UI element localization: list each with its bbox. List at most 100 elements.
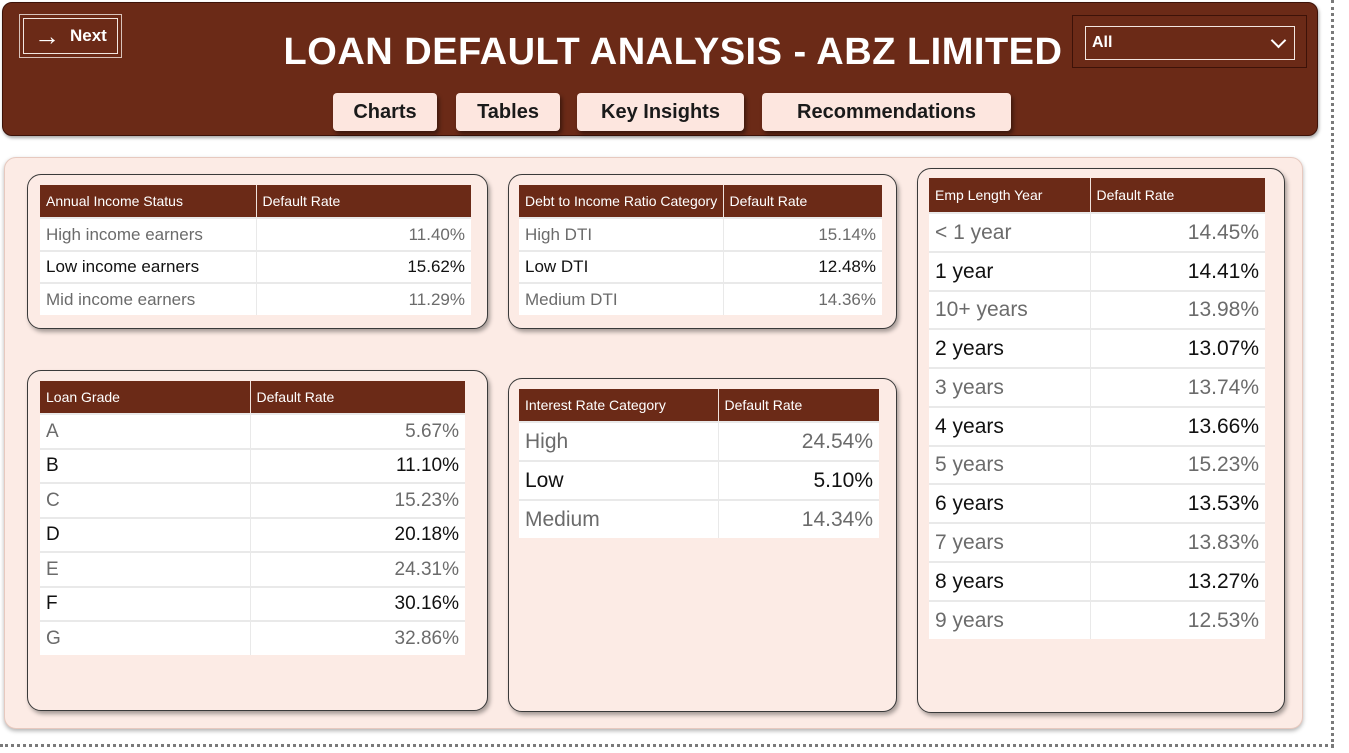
table-cell-value: 5.67% — [250, 413, 465, 449]
table-cell-label: 2 years — [929, 328, 1091, 368]
dti-col-category[interactable]: Debt to Income Ratio Category — [519, 185, 724, 218]
table-row: 8 years 13.27% — [929, 561, 1265, 601]
table-cell-value: 15.23% — [1090, 445, 1265, 484]
table-row: 7 years 13.83% — [929, 522, 1265, 562]
table-cell-value: 20.18% — [250, 517, 465, 552]
next-button-inner: → Next — [23, 18, 118, 54]
table-cell-label: < 1 year — [929, 212, 1091, 252]
table-cell-value: 15.62% — [256, 250, 471, 283]
table-cell-value: 24.31% — [250, 551, 465, 587]
table-cell-value: 11.40% — [256, 217, 471, 251]
table-cell-value: 13.98% — [1090, 290, 1265, 329]
table-cell-value: 14.36% — [723, 282, 882, 315]
table-row: High DTI 15.14% — [519, 217, 882, 251]
interest-table: Interest Rate Category Default Rate High… — [519, 389, 879, 538]
nav-tables-button[interactable]: Tables — [456, 93, 560, 131]
table-row: A 5.67% — [40, 413, 465, 449]
filter-value: All — [1092, 34, 1113, 51]
dti-col-rate[interactable]: Default Rate — [723, 185, 882, 218]
table-cell-label: 10+ years — [929, 290, 1091, 329]
table-row: < 1 year 14.45% — [929, 212, 1265, 252]
table-cell-value: 24.54% — [718, 421, 879, 461]
table-row: Low DTI 12.48% — [519, 250, 882, 283]
table-cell-label: 6 years — [929, 483, 1091, 523]
emp-col-length[interactable]: Emp Length Year — [929, 178, 1091, 213]
table-row: B 11.10% — [40, 448, 465, 483]
filter-dropdown[interactable]: All — [1085, 26, 1295, 60]
interest-col-rate[interactable]: Default Rate — [718, 389, 879, 422]
emp-col-rate[interactable]: Default Rate — [1090, 178, 1265, 213]
emp-table: Emp Length Year Default Rate < 1 year 14… — [929, 178, 1265, 639]
table-row: D 20.18% — [40, 517, 465, 552]
grade-col-rate[interactable]: Default Rate — [250, 381, 465, 414]
table-cell-value: 15.23% — [250, 482, 465, 518]
table-cell-value: 14.41% — [1090, 251, 1265, 291]
table-row: G 32.86% — [40, 620, 465, 655]
chevron-down-icon — [1270, 32, 1287, 48]
table-row: 5 years 15.23% — [929, 445, 1265, 484]
table-row: 4 years 13.66% — [929, 406, 1265, 446]
table-cell-value: 12.53% — [1090, 600, 1265, 639]
nav-charts-button[interactable]: Charts — [333, 93, 437, 131]
table-row: 10+ years 13.98% — [929, 290, 1265, 329]
arrow-right-icon: → — [34, 21, 60, 51]
table-cell-label: 3 years — [929, 367, 1091, 407]
table-row: E 24.31% — [40, 551, 465, 587]
table-cell-label: F — [40, 586, 251, 621]
table-cell-value: 13.07% — [1090, 328, 1265, 368]
table-row: 9 years 12.53% — [929, 600, 1265, 639]
table-row: 2 years 13.07% — [929, 328, 1265, 368]
table-row: 1 year 14.41% — [929, 251, 1265, 291]
table-cell-label: High DTI — [519, 217, 724, 251]
table-row: F 30.16% — [40, 586, 465, 621]
grade-table: Loan Grade Default Rate A 5.67% B 11.10%… — [40, 381, 465, 655]
header-banner: → Next LOAN DEFAULT ANALYSIS - ABZ LIMIT… — [2, 2, 1318, 136]
table-cell-value: 32.86% — [250, 620, 465, 655]
table-row: Mid income earners 11.29% — [40, 282, 471, 315]
table-row: 3 years 13.74% — [929, 367, 1265, 407]
table-cell-label: 1 year — [929, 251, 1091, 291]
table-row: 6 years 13.53% — [929, 483, 1265, 523]
table-cell-label: 5 years — [929, 445, 1091, 484]
table-row: Low 5.10% — [519, 460, 879, 500]
table-cell-label: D — [40, 517, 251, 552]
table-row: C 15.23% — [40, 482, 465, 518]
grade-col-grade[interactable]: Loan Grade — [40, 381, 251, 414]
next-label: Next — [70, 26, 107, 45]
table-cell-label: Low — [519, 460, 719, 500]
table-cell-value: 15.14% — [723, 217, 882, 251]
table-cell-value: 13.53% — [1090, 483, 1265, 523]
filter-slicer: All — [1072, 15, 1307, 68]
income-col-rate[interactable]: Default Rate — [256, 185, 471, 218]
table-cell-label: A — [40, 413, 251, 449]
table-cell-label: 7 years — [929, 522, 1091, 562]
table-row: High 24.54% — [519, 421, 879, 461]
table-cell-label: 8 years — [929, 561, 1091, 601]
table-cell-value: 11.29% — [256, 282, 471, 315]
interest-col-category[interactable]: Interest Rate Category — [519, 389, 719, 422]
table-cell-value: 14.34% — [718, 499, 879, 538]
nav-key-insights-button[interactable]: Key Insights — [577, 93, 744, 131]
table-cell-label: G — [40, 620, 251, 655]
table-cell-label: Low DTI — [519, 250, 724, 283]
table-cell-value: 5.10% — [718, 460, 879, 500]
table-cell-value: 13.83% — [1090, 522, 1265, 562]
income-table: Annual Income Status Default Rate High i… — [40, 185, 471, 315]
income-col-status[interactable]: Annual Income Status — [40, 185, 257, 218]
nav-recommendations-button[interactable]: Recommendations — [762, 93, 1011, 131]
table-row: Low income earners 15.62% — [40, 250, 471, 283]
table-cell-label: 4 years — [929, 406, 1091, 446]
table-cell-label: C — [40, 482, 251, 518]
table-cell-value: 30.16% — [250, 586, 465, 621]
table-cell-label: High income earners — [40, 217, 257, 251]
table-cell-label: High — [519, 421, 719, 461]
canvas-right-border — [1331, 0, 1334, 748]
table-row: High income earners 11.40% — [40, 217, 471, 251]
table-cell-label: E — [40, 551, 251, 587]
table-cell-value: 11.10% — [250, 448, 465, 483]
next-button[interactable]: → Next — [19, 14, 122, 58]
table-cell-value: 13.66% — [1090, 406, 1265, 446]
table-cell-label: B — [40, 448, 251, 483]
table-cell-label: Medium — [519, 499, 719, 538]
table-cell-value: 14.45% — [1090, 212, 1265, 252]
